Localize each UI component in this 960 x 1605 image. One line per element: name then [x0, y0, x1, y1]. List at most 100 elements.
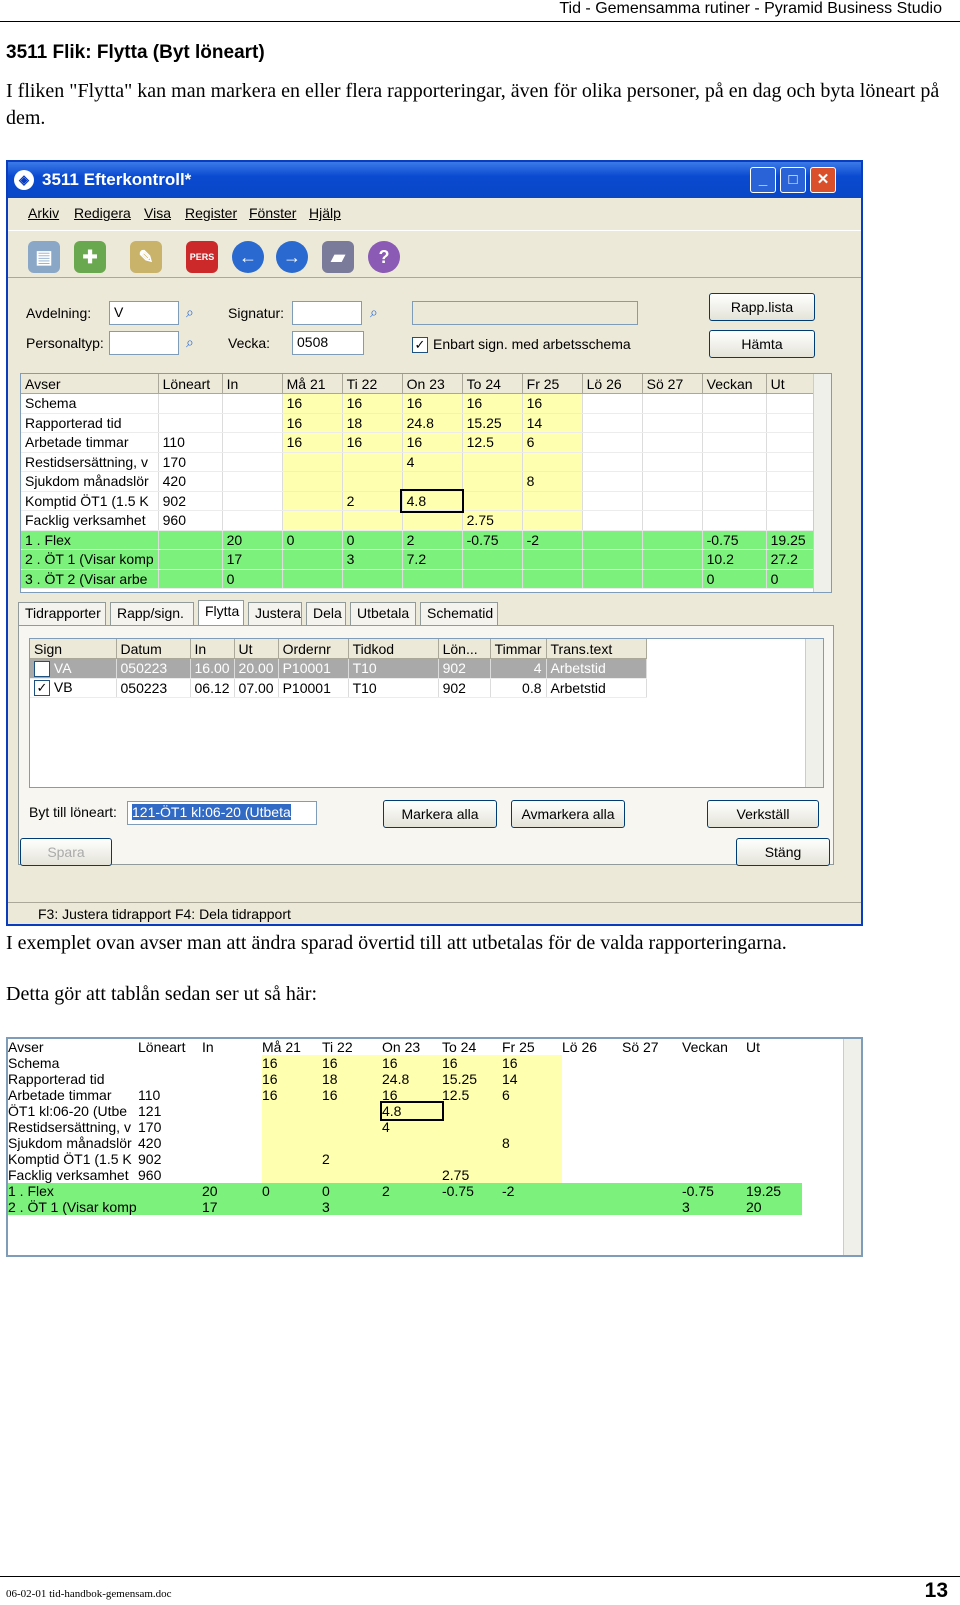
- grid-cell[interactable]: -2: [502, 1183, 562, 1199]
- column-header[interactable]: On 23: [382, 1039, 442, 1055]
- menu-visa[interactable]: Visa: [144, 205, 171, 221]
- row-checkbox[interactable]: ✓: [34, 660, 50, 677]
- grid-cell[interactable]: [702, 393, 767, 414]
- grid-cell[interactable]: Arbetade timmar: [8, 1087, 138, 1103]
- maximize-icon[interactable]: □: [780, 167, 806, 193]
- grid-row[interactable]: 2 . ÖT 1 (Visar komp 17 3 7.2 10.2 27.2: [21, 549, 823, 570]
- grid-cell[interactable]: 17: [222, 549, 283, 570]
- grid-cell[interactable]: -0.75: [702, 530, 767, 550]
- grid-cell[interactable]: 0: [342, 530, 403, 550]
- grid-cell[interactable]: 15.25: [442, 1071, 502, 1087]
- grid-cell[interactable]: [158, 413, 223, 433]
- column-header[interactable]: Må 21: [262, 1039, 322, 1055]
- grid-cell[interactable]: [158, 549, 223, 570]
- help-icon[interactable]: ?: [368, 241, 400, 273]
- grid-cell[interactable]: Komptid ÖT1 (1.5 K: [21, 491, 159, 511]
- grid-cell[interactable]: 16: [342, 432, 403, 453]
- grid-cell[interactable]: [642, 432, 703, 453]
- grid-cell[interactable]: [562, 1055, 622, 1071]
- grid-cell[interactable]: Restidsersättning, v: [8, 1119, 138, 1135]
- grid-cell[interactable]: [382, 1167, 442, 1183]
- grid-cell[interactable]: [462, 549, 523, 570]
- grid-cell[interactable]: Sjukdom månadslör: [21, 471, 159, 492]
- grid-cell[interactable]: Sjukdom månadslör: [8, 1135, 138, 1151]
- grid-cell[interactable]: [502, 1167, 562, 1183]
- grid-cell[interactable]: [222, 491, 283, 511]
- grid-cell[interactable]: [282, 510, 343, 531]
- grid-cell[interactable]: [342, 452, 403, 472]
- column-header[interactable]: Veckan: [682, 1039, 746, 1055]
- grid-cell[interactable]: [682, 1119, 746, 1135]
- grid-cell[interactable]: [222, 393, 283, 414]
- grid-cell[interactable]: 121: [138, 1103, 202, 1119]
- grid-cell[interactable]: [702, 510, 767, 531]
- personaltyp-input[interactable]: [109, 331, 179, 355]
- grid-cell[interactable]: [502, 1151, 562, 1167]
- grid-cell[interactable]: [622, 1167, 682, 1183]
- move-cell[interactable]: ✓ VA: [30, 658, 117, 679]
- grid-cell[interactable]: [702, 491, 767, 511]
- grid-cell[interactable]: [682, 1103, 746, 1119]
- grid-cell[interactable]: 16: [402, 393, 463, 414]
- grid-cell[interactable]: [642, 549, 703, 570]
- grid-cell[interactable]: 15.25: [462, 413, 523, 433]
- overview-grid[interactable]: Avser Löneart In Må 21 Ti 22 On 23 To 24 Fr 25 L…: [20, 373, 832, 593]
- grid-cell[interactable]: 0: [282, 530, 343, 550]
- grid-cell[interactable]: [442, 1135, 502, 1151]
- grid-cell[interactable]: [138, 1071, 202, 1087]
- grid-cell[interactable]: ÖT1 kl:06-20 (Utbe: [8, 1103, 138, 1119]
- grid-cell[interactable]: [462, 569, 523, 589]
- search-icon[interactable]: ⌕: [186, 304, 194, 321]
- column-header[interactable]: In: [190, 639, 235, 659]
- grid-cell[interactable]: [682, 1071, 746, 1087]
- grid-cell[interactable]: [158, 530, 223, 550]
- grid-cell[interactable]: 16: [322, 1087, 382, 1103]
- byt-loneart-select[interactable]: 121-ÖT1 kl:06-20 (Utbeta: [127, 801, 317, 825]
- grid-cell[interactable]: [522, 510, 583, 531]
- grid-cell[interactable]: [622, 1199, 682, 1215]
- grid-cell[interactable]: [342, 471, 403, 492]
- grid-cell[interactable]: [262, 1103, 322, 1119]
- grid-cell[interactable]: [622, 1071, 682, 1087]
- grid-cell[interactable]: [222, 413, 283, 433]
- grid-cell[interactable]: [702, 471, 767, 492]
- grid-cell[interactable]: [382, 1135, 442, 1151]
- grid-row[interactable]: Rapporterad tid 16 18 24.8 15.25 14: [8, 1071, 802, 1087]
- grid-cell[interactable]: 960: [138, 1167, 202, 1183]
- grid-cell[interactable]: [522, 491, 583, 511]
- grid-cell[interactable]: Facklig verksamhet: [8, 1167, 138, 1183]
- grid-cell[interactable]: 2.75: [462, 510, 523, 531]
- spara-button[interactable]: Spara: [20, 838, 112, 866]
- grid-cell[interactable]: [642, 530, 703, 550]
- grid-cell[interactable]: [622, 1119, 682, 1135]
- grid-cell[interactable]: 1 . Flex: [8, 1183, 138, 1199]
- grid-cell[interactable]: [202, 1071, 262, 1087]
- back-arrow-icon[interactable]: ←: [232, 241, 264, 273]
- grid-cell[interactable]: 16: [322, 1055, 382, 1071]
- grid-cell[interactable]: -0.75: [462, 530, 523, 550]
- stang-button[interactable]: Stäng: [736, 838, 830, 866]
- grid-cell[interactable]: [682, 1087, 746, 1103]
- move-cell[interactable]: Arbetstid: [546, 658, 647, 679]
- move-cell[interactable]: ✓ VB: [30, 678, 117, 698]
- grid-cell[interactable]: 16: [442, 1055, 502, 1071]
- column-header[interactable]: Löneart: [158, 374, 223, 394]
- grid-cell[interactable]: [222, 510, 283, 531]
- grid-cell[interactable]: -2: [522, 530, 583, 550]
- grid-cell[interactable]: [442, 1199, 502, 1215]
- move-cell[interactable]: 902: [438, 658, 491, 679]
- column-header[interactable]: In: [222, 374, 283, 394]
- grid-cell[interactable]: [702, 413, 767, 433]
- avdelning-input[interactable]: V: [109, 301, 179, 325]
- tab-dela[interactable]: Dela: [306, 602, 346, 626]
- grid-cell[interactable]: [402, 510, 463, 531]
- grid-row[interactable]: Facklig verksamhet 960 2.75: [21, 510, 823, 531]
- grid-cell[interactable]: [642, 510, 703, 531]
- grid-cell[interactable]: [462, 471, 523, 492]
- move-cell[interactable]: 050223: [116, 658, 191, 679]
- grid-cell[interactable]: [262, 1167, 322, 1183]
- tab-flytta[interactable]: Flytta: [198, 600, 244, 627]
- grid-cell[interactable]: Komptid ÖT1 (1.5 K: [8, 1151, 138, 1167]
- grid-cell[interactable]: Restidsersättning, v: [21, 452, 159, 472]
- minimize-icon[interactable]: _: [750, 167, 776, 193]
